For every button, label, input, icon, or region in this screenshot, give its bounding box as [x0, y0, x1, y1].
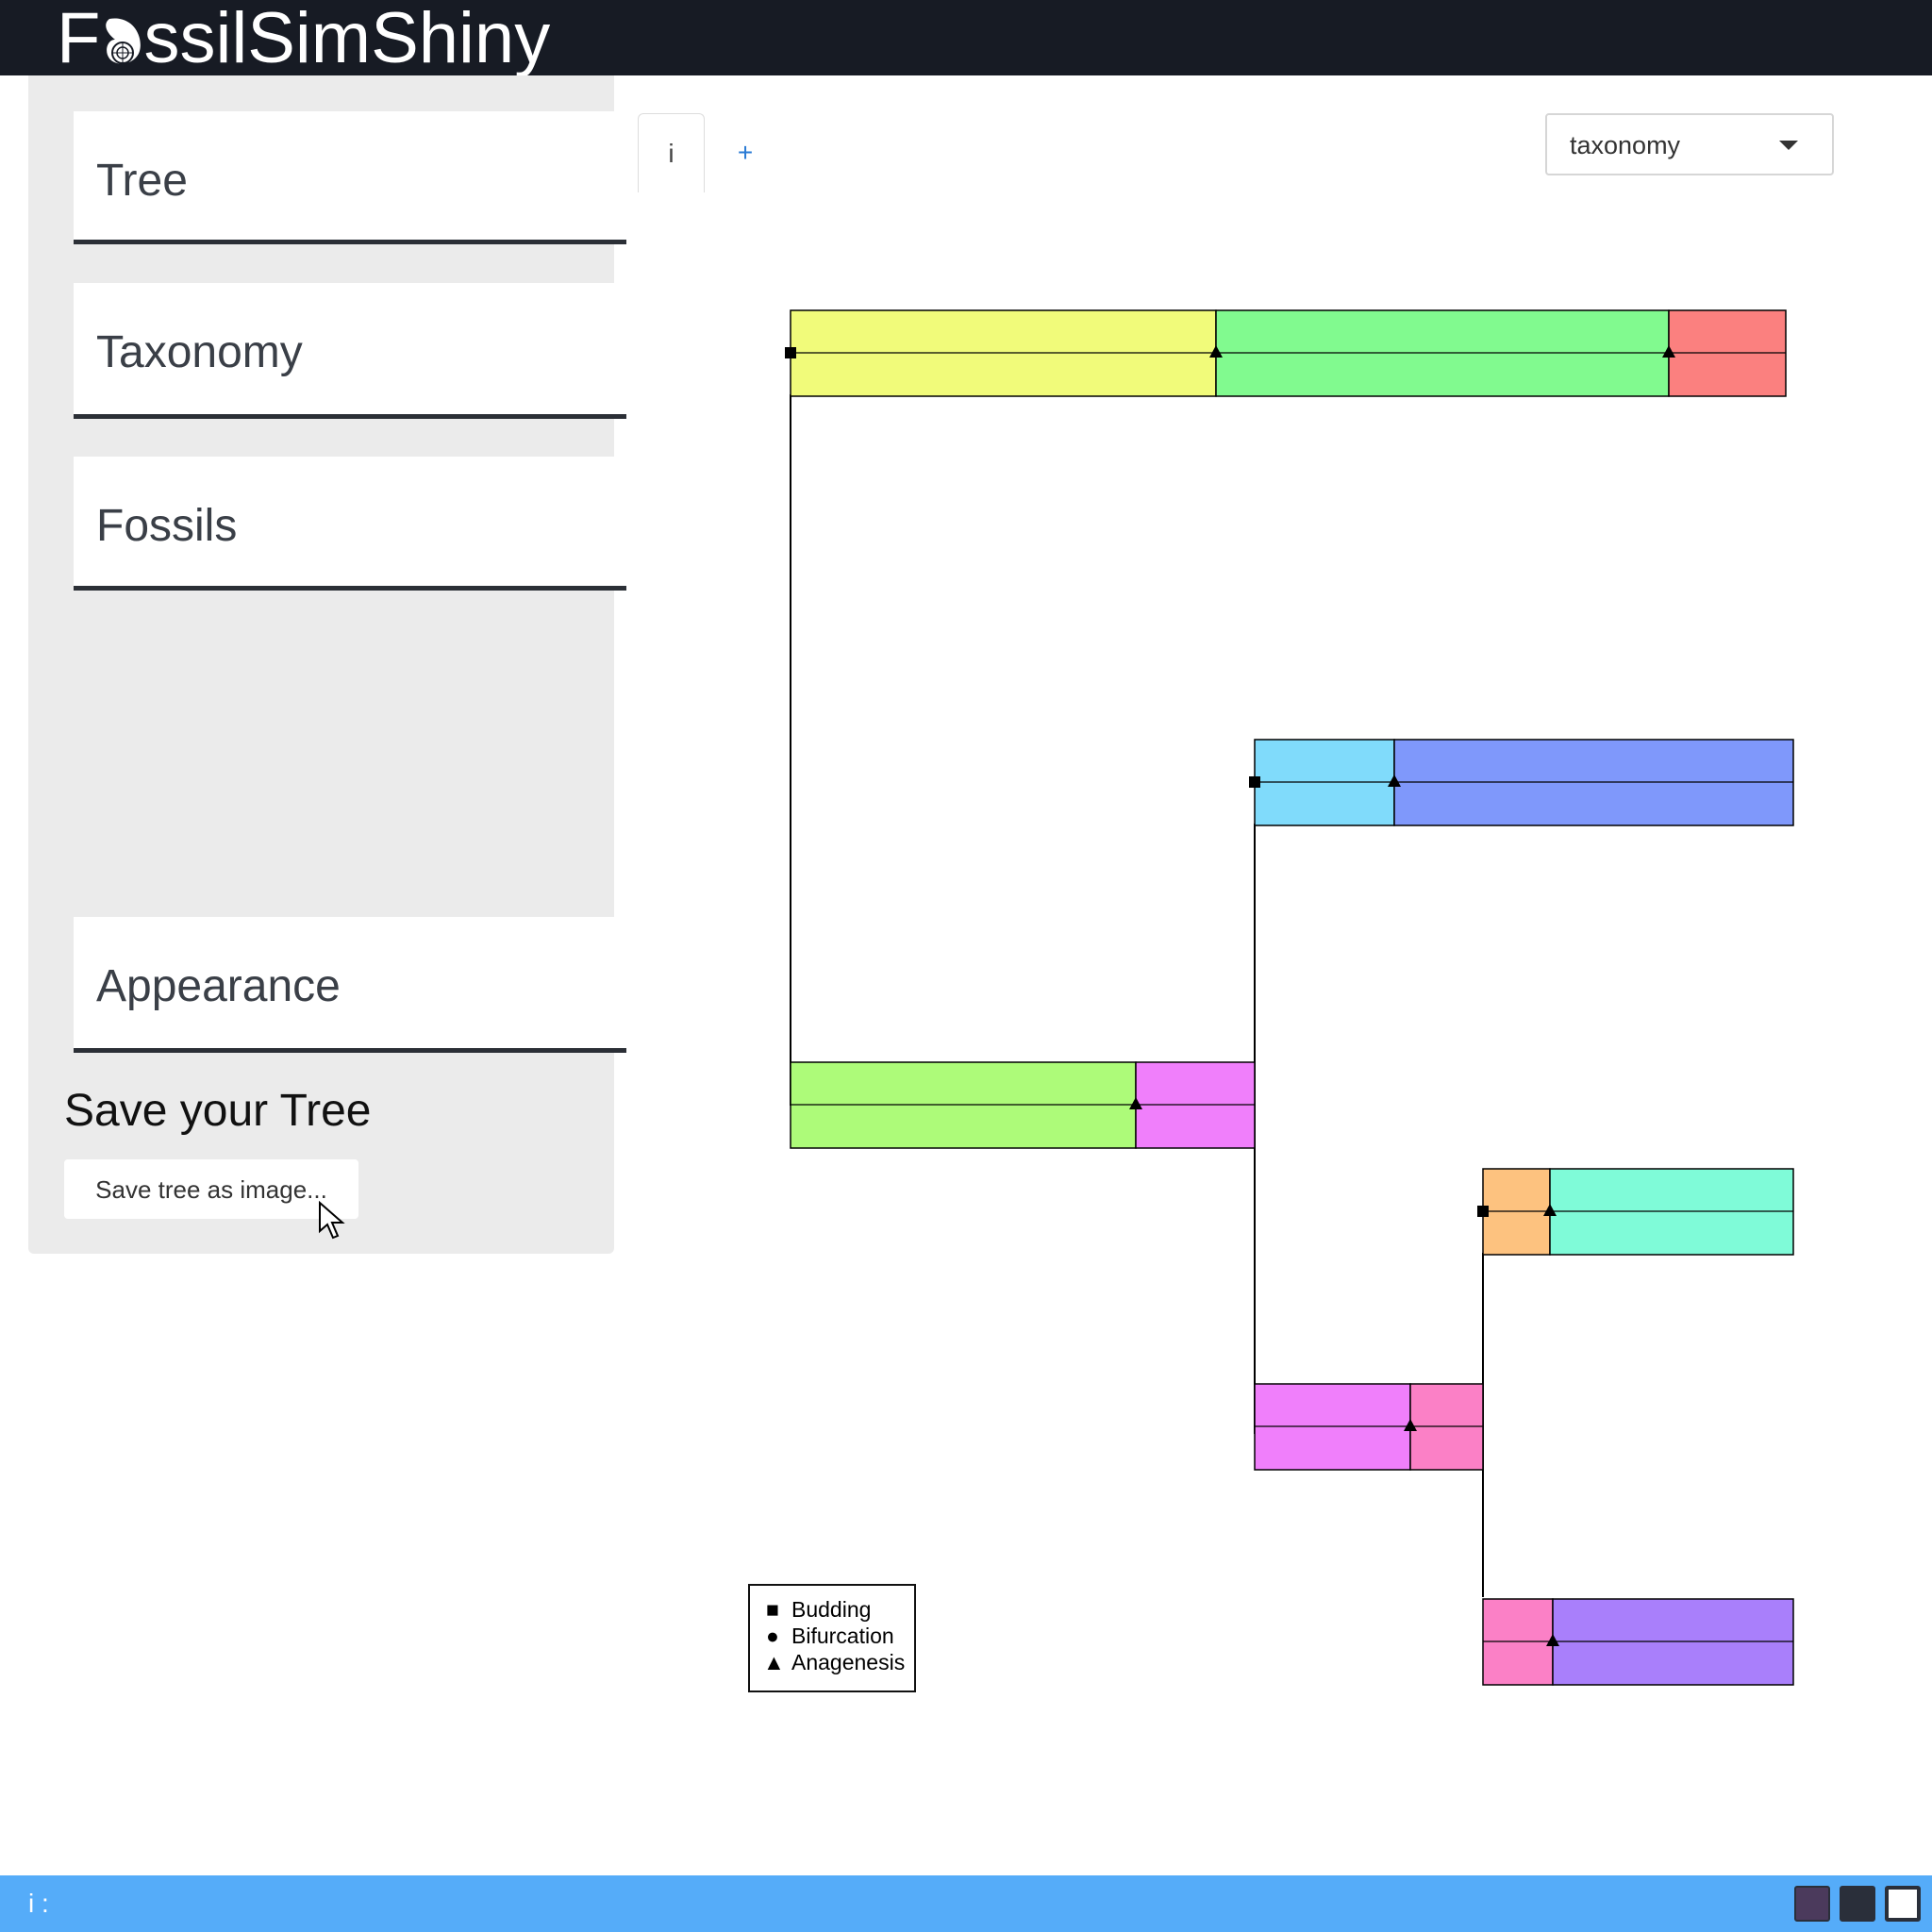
circle-icon: ● — [766, 1624, 779, 1648]
budding-marker — [785, 347, 796, 358]
budding-marker — [1477, 1206, 1489, 1217]
legend-item-bifurcation: ● Bifurcation — [763, 1624, 894, 1650]
budding-marker — [1249, 776, 1260, 788]
tree-plot — [785, 309, 1794, 1686]
status-text: i : — [28, 1889, 49, 1918]
legend-item-anagenesis: ▲ Anagenesis — [763, 1650, 905, 1676]
tree-legend: ■ Budding ● Bifurcation ▲ Anagenesis — [748, 1584, 916, 1692]
theme-swatch-icon[interactable] — [1885, 1886, 1921, 1922]
square-icon: ■ — [766, 1597, 779, 1622]
triangle-icon: ▲ — [763, 1650, 785, 1674]
legend-item-budding: ■ Budding — [763, 1597, 871, 1624]
legend-label: Anagenesis — [791, 1650, 906, 1674]
status-bar: i : — [0, 1875, 1932, 1932]
theme-swatch-icon[interactable] — [1840, 1886, 1875, 1922]
theme-swatch-icon[interactable] — [1794, 1886, 1830, 1922]
legend-label: Budding — [791, 1597, 872, 1622]
legend-label: Bifurcation — [791, 1624, 894, 1648]
